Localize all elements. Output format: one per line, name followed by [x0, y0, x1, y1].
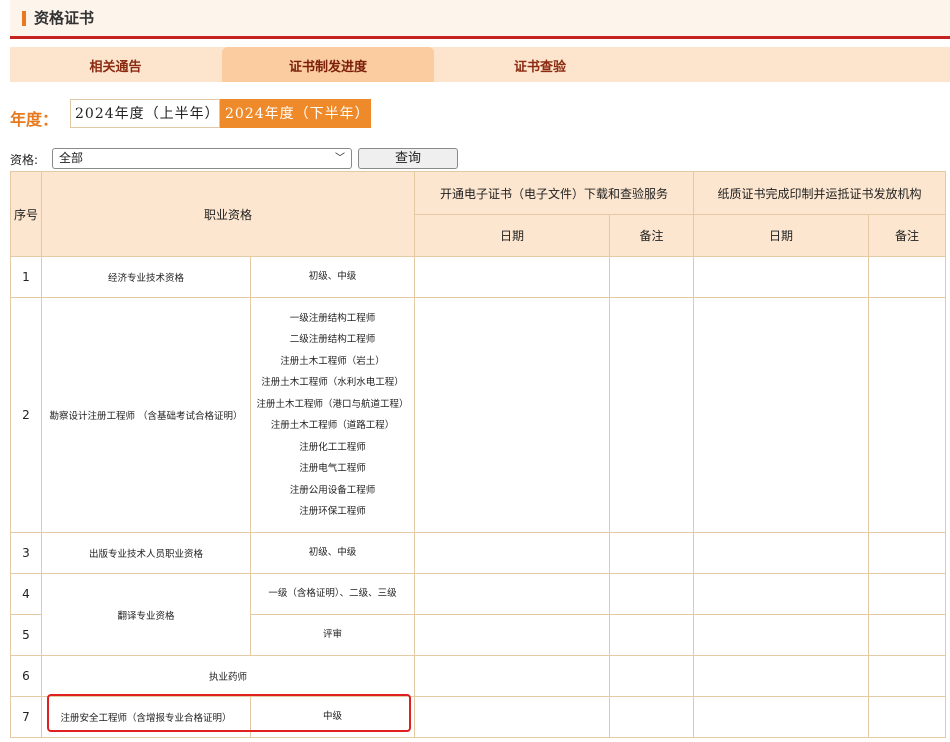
row-date — [693, 696, 870, 738]
table-row: 6 执业药师 — [10, 655, 947, 697]
row-note — [609, 655, 695, 697]
year-label: 年度： — [10, 110, 59, 129]
row-seq: 5 — [10, 614, 42, 656]
row-note — [609, 696, 695, 738]
qualification-select[interactable]: 全部 ﹀ — [52, 148, 352, 169]
header-electronic-certificate: 开通电子证书（电子文件）下载和查验服务 — [414, 171, 695, 215]
row-date — [693, 614, 870, 656]
row-level: 注册土木工程师（水利水电工程） — [261, 377, 404, 388]
row-level: 注册化工工程师 — [299, 441, 366, 453]
row-date — [693, 297, 870, 533]
row-note — [609, 256, 695, 298]
header-date: 日期 — [693, 214, 870, 257]
table-row: 1 经济专业技术资格 初级、中级 — [10, 256, 947, 298]
row-seq: 2 — [10, 297, 42, 533]
row-date — [414, 532, 611, 574]
header-seq: 序号 — [10, 171, 42, 257]
row-level-list: 一级注册结构工程师 二级注册结构工程师 注册土木工程师（岩土） 注册土木工程师（… — [249, 297, 416, 533]
year-second-half-button[interactable]: 2024年度（下半年） — [220, 99, 371, 128]
row-level: 中级 — [249, 696, 416, 738]
row-level: 二级注册结构工程师 — [289, 334, 376, 345]
row-level: 初级、中级 — [249, 256, 416, 298]
tab-certificate-verification[interactable]: 证书查验 — [434, 47, 646, 82]
row-level: 注册土木工程师（岩土） — [280, 355, 385, 367]
row-qualification-name: 勘察设计注册工程师 （含基础考试合格证明） — [41, 297, 251, 533]
row-note — [868, 532, 947, 574]
table-row: 7 注册安全工程师（含增报专业合格证明） 中级 — [10, 696, 947, 738]
row-date — [414, 655, 611, 697]
row-seq: 4 — [10, 573, 42, 615]
qualification-select-value: 全部 — [59, 151, 84, 165]
row-date — [414, 573, 611, 615]
row-note — [868, 297, 947, 533]
row-note — [609, 532, 695, 574]
row-level: 注册公用设备工程师 — [289, 484, 376, 496]
header-paper-certificate: 纸质证书完成印制并运抵证书发放机构 — [693, 171, 947, 215]
header-date: 日期 — [414, 214, 611, 257]
row-note — [609, 614, 695, 656]
row-qualification-name: 翻译专业资格 — [41, 573, 251, 656]
row-date — [693, 532, 870, 574]
row-date — [414, 696, 611, 738]
tab-announcements[interactable]: 相关通告 — [10, 47, 221, 82]
year-first-half-button[interactable]: 2024年度（上半年） — [70, 99, 220, 128]
row-seq: 7 — [10, 696, 42, 738]
row-level: 注册环保工程师 — [299, 506, 366, 517]
table-row: 4 翻译专业资格 一级（含格证明）、二级、三级 — [10, 573, 947, 656]
query-button[interactable]: 查询 — [358, 148, 458, 169]
table-row: 2 勘察设计注册工程师 （含基础考试合格证明） 一级注册结构工程师 二级注册结构… — [10, 297, 947, 533]
row-date — [693, 573, 870, 615]
row-note — [868, 696, 947, 738]
tab-bar: 相关通告 证书制发进度 证书查验 — [10, 47, 950, 82]
row-note — [609, 573, 695, 615]
row-qualification-name: 经济专业技术资格 — [41, 256, 251, 298]
qualification-filter-label: 资格: — [10, 153, 39, 167]
row-note — [868, 573, 947, 615]
row-level: 一级注册结构工程师 — [289, 312, 376, 324]
row-level: 一级（含格证明）、二级、三级 — [249, 573, 416, 615]
header-note: 备注 — [868, 214, 947, 257]
table-row: 3 出版专业技术人员职业资格 初级、中级 — [10, 532, 947, 574]
tab-certificate-progress[interactable]: 证书制发进度 — [222, 47, 434, 82]
row-note — [868, 256, 947, 298]
row-note — [609, 297, 695, 533]
row-level: 注册土木工程师（港口与航道工程） — [256, 398, 409, 410]
row-date — [693, 655, 870, 697]
page-header: 资格证书 — [10, 0, 950, 39]
row-level: 注册土木工程师（道路工程） — [270, 420, 395, 431]
header-note: 备注 — [609, 214, 695, 257]
header-qualification: 职业资格 — [40, 171, 416, 257]
row-date — [693, 256, 870, 298]
row-seq: 6 — [10, 655, 42, 697]
row-qualification-name: 注册安全工程师（含增报专业合格证明） — [41, 696, 251, 738]
row-qualification-name: 执业药师 — [40, 655, 416, 697]
row-date — [414, 256, 611, 298]
row-note — [868, 614, 947, 656]
row-seq: 3 — [10, 532, 42, 574]
header-accent-mark — [22, 11, 26, 26]
row-note — [868, 655, 947, 697]
row-level: 评审 — [249, 614, 416, 656]
row-qualification-name: 出版专业技术人员职业资格 — [41, 532, 251, 574]
page-title: 资格证书 — [34, 9, 95, 27]
row-date — [414, 297, 611, 533]
row-date — [414, 614, 611, 656]
row-level: 初级、中级 — [249, 532, 416, 574]
chevron-down-icon: ﹀ — [335, 153, 345, 164]
certificate-progress-table: 序号 职业资格 开通电子证书（电子文件）下载和查验服务 纸质证书完成印制并运抵证… — [10, 171, 947, 738]
row-seq: 1 — [10, 256, 42, 298]
row-level: 注册电气工程师 — [299, 463, 366, 474]
